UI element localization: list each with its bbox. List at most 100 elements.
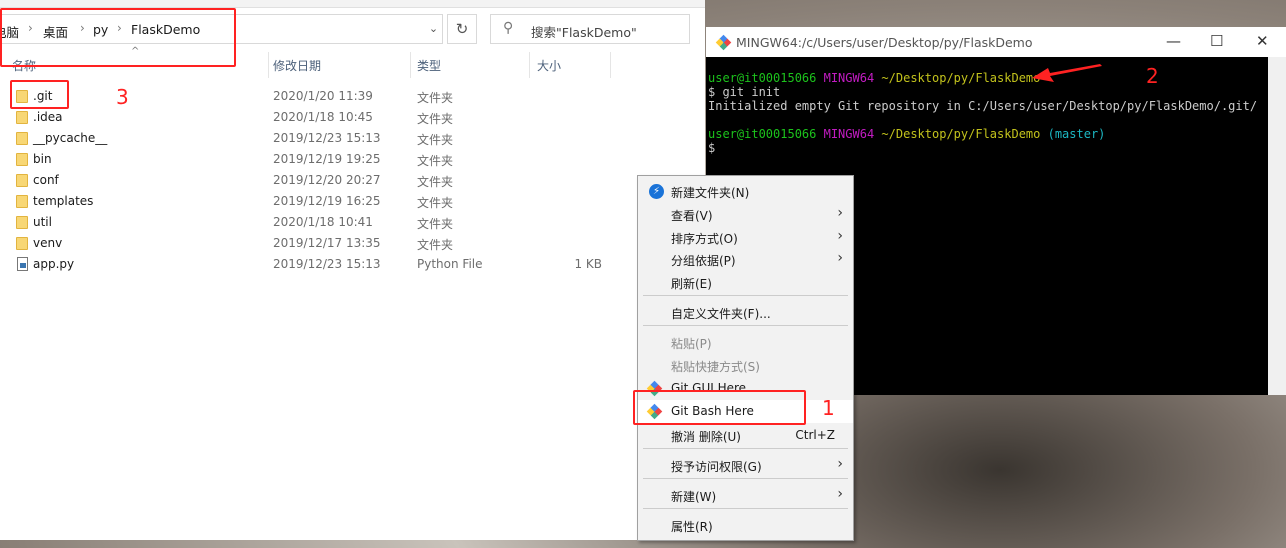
annotation-box [0,8,236,67]
chevron-right-icon: › [837,228,843,244]
file-name: bin [33,152,52,166]
prompt-line: user@it00015066 MINGW64 ~/Desktop/py/Fla… [708,127,1106,141]
file-row[interactable]: __pycache__ 2019/12/23 15:13 文件夹 [0,128,700,149]
file-row[interactable]: conf 2019/12/20 20:27 文件夹 [0,170,700,191]
file-type: 文件夹 [417,217,454,231]
folder-icon [16,237,28,250]
chevron-down-icon[interactable]: ⌄ [424,14,443,44]
title-bar[interactable]: MINGW64:/c/Users/user/Desktop/py/FlaskDe… [706,27,1286,57]
divider [610,52,611,78]
search-placeholder: 搜索"FlaskDemo" [531,25,637,40]
arrow-icon [1032,64,1102,82]
scrollbar[interactable] [1268,57,1286,395]
close-button[interactable]: ✕ [1256,32,1269,50]
file-row[interactable]: templates 2019/12/19 16:25 文件夹 [0,191,700,212]
menu-item[interactable]: 新建(W) › [638,484,853,507]
menu-item-label: 授予访问权限(G) [671,460,762,474]
menu-item-label: 粘贴快捷方式(S) [671,360,760,374]
menu-item-label: 刷新(E) [671,277,712,291]
file-row[interactable]: .idea 2020/1/18 10:45 文件夹 [0,107,700,128]
file-type: Python File [417,257,483,271]
column-type[interactable]: 类型 [417,57,441,74]
menu-item[interactable]: 排序方式(O) › [638,226,853,249]
menu-item[interactable]: 刷新(E) [638,271,853,294]
menu-item-label: 新建(W) [671,490,717,504]
new-folder-icon: ⚡ [649,184,664,199]
file-date: 2019/12/19 16:25 [273,194,381,208]
annotation-box [633,390,806,425]
file-row[interactable]: util 2020/1/18 10:41 文件夹 [0,212,700,233]
search-icon: ⚲ [503,20,514,36]
file-date: 2019/12/20 20:27 [273,173,381,187]
menu-item[interactable]: 属性(R) [638,514,853,537]
file-name: app.py [33,257,75,271]
divider [268,52,269,78]
annotation-box [10,80,69,109]
divider [643,325,848,326]
menu-item[interactable]: ⚡ 新建文件夹(N) [638,180,853,203]
command-line: $ git init [708,85,781,99]
menu-item[interactable]: 分组依据(P) › [638,248,853,271]
file-name: __pycache__ [33,131,108,145]
chevron-right-icon: › [837,250,843,266]
menu-item-label: 查看(V) [671,209,713,223]
menu-item-label: 新建文件夹(N) [671,186,750,200]
file-date: 2020/1/20 11:39 [273,89,373,103]
menu-item[interactable]: 粘贴快捷方式(S) [638,354,853,377]
menu-item-label: 自定义文件夹(F)... [671,307,771,321]
file-row[interactable]: bin 2019/12/19 19:25 文件夹 [0,149,700,170]
file-name: templates [33,194,94,208]
file-row[interactable]: .git 2020/1/20 11:39 文件夹 [0,86,700,107]
folder-icon [16,132,28,145]
prompt-line: user@it00015066 MINGW64 ~/Desktop/py/Fla… [708,71,1041,85]
column-date[interactable]: 修改日期 [273,57,321,74]
menu-item[interactable]: 授予访问权限(G) › [638,454,853,477]
refresh-button[interactable]: ↻ [447,14,477,44]
file-date: 2019/12/23 15:13 [273,257,381,271]
output-line: Initialized empty Git repository in C:/U… [708,99,1258,113]
maximize-button[interactable]: ☐ [1210,32,1223,50]
divider [643,295,848,296]
git-icon [715,34,732,51]
divider [410,52,411,78]
menu-item[interactable]: 撤消 删除(U) Ctrl+Z [638,424,853,447]
file-date: 2020/1/18 10:45 [273,110,373,124]
input-line[interactable]: $ [708,141,715,155]
menu-item-label: 撤消 删除(U) [671,430,741,444]
python-file-icon [17,257,28,271]
menu-item-label: 属性(R) [671,520,713,534]
menu-item[interactable]: 自定义文件夹(F)... [638,301,853,324]
minimize-button[interactable]: — [1166,32,1181,50]
context-menu: ⚡ 新建文件夹(N) 查看(V) › 排序方式(O) › 分组依据(P) › 刷新(E) 自定义文… [637,175,854,541]
file-type: 文件夹 [417,175,454,189]
folder-icon [16,111,28,124]
divider [643,478,848,479]
search-input[interactable]: ⚲ 搜索"FlaskDemo" [490,14,690,44]
file-explorer: 电脑 › 桌面 › py › FlaskDemo ⌄ ↻ ⚲ 搜索"FlaskD… [0,0,705,540]
file-type: 文件夹 [417,112,454,126]
menu-item-label: 分组依据(P) [671,254,736,268]
file-row[interactable]: venv 2019/12/17 13:35 文件夹 [0,233,700,254]
file-date: 2019/12/17 13:35 [273,236,381,250]
file-type: 文件夹 [417,154,454,168]
menu-item[interactable]: 粘贴(P) [638,331,853,354]
menu-item[interactable]: 查看(V) › [638,203,853,226]
file-date: 2020/1/18 10:41 [273,215,373,229]
folder-icon [16,216,28,229]
chevron-right-icon: › [837,205,843,221]
annotation-number: 2 [1146,64,1159,88]
chevron-right-icon: › [837,486,843,502]
divider [643,448,848,449]
file-name: .idea [33,110,63,124]
file-date: 2019/12/19 19:25 [273,152,381,166]
folder-icon [16,153,28,166]
folder-icon [16,195,28,208]
annotation-number: 1 [822,396,835,420]
file-type: 文件夹 [417,91,454,105]
file-row[interactable]: app.py 2019/12/23 15:13 Python File 1 KB [0,254,700,275]
column-size[interactable]: 大小 [537,57,561,74]
file-size: 1 KB [574,257,602,271]
file-date: 2019/12/23 15:13 [273,131,381,145]
window-title: MINGW64:/c/Users/user/Desktop/py/FlaskDe… [736,35,1033,50]
shortcut: Ctrl+Z [795,428,835,442]
